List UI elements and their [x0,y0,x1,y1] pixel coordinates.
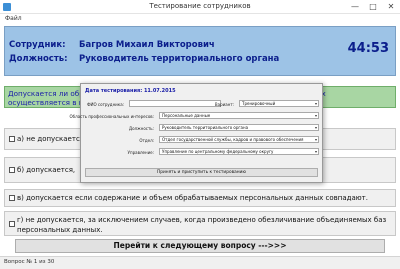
next-question-button[interactable]: Перейти к следующему вопросу --->>> [15,239,385,253]
chevron-down-icon: ▾ [314,125,317,130]
chevron-down-icon: ▾ [314,137,317,142]
title-bar: Тестирование сотрудников — □ ✕ [0,0,400,14]
variant-select[interactable]: Тренировочный ▾ [239,100,319,107]
chevron-down-icon: ▾ [314,113,317,118]
answer-text-line-1: г) не допускается, за исключением случае… [17,216,387,224]
dialog-position-label: Должность: [128,126,154,131]
mgmt-value: Управление по центральному федеральному … [162,149,274,154]
answer-option-c[interactable]: в) допускается если содержание и объем о… [4,189,396,207]
countdown-timer: 44:53 [347,41,389,56]
test-date: Дата тестирования: 11.07.2015 [85,88,176,94]
employee-row: Сотрудник: Багров Михаил Викторович [9,40,215,50]
chevron-down-icon: ▾ [314,149,317,154]
position-value: Руководитель территориального органа [79,54,280,64]
dept-label: Отдел: [139,138,154,143]
start-test-button[interactable]: Принять и приступить к тестированию [85,168,318,177]
dept-value: Отдел государственной службы, кадров и п… [162,137,304,142]
window-title: Тестирование сотрудников [149,2,251,10]
answer-text: г) не допускается, за исключением случае… [17,215,386,235]
close-button[interactable]: ✕ [382,0,400,14]
answer-option-d[interactable]: г) не допускается, за исключением случае… [4,211,396,236]
answer-checkbox[interactable] [9,136,15,142]
chevron-down-icon: ▾ [314,101,317,106]
area-select[interactable]: Персональные данные ▾ [159,112,319,119]
minimize-button[interactable]: — [346,0,364,14]
area-value: Персональные данные [162,113,211,118]
test-setup-dialog: Дата тестирования: 11.07.2015 ФИО сотруд… [70,83,323,183]
fio-input[interactable] [129,100,221,107]
employee-label: Сотрудник: [9,40,66,50]
answer-text: в) допускается если содержание и объем о… [17,194,368,202]
menu-bar: Файл [0,14,400,24]
variant-label: Вариант: [214,102,234,107]
answer-text-line-2: персональных данных. [17,226,103,234]
status-bar: Вопрос № 1 из 30 [0,256,400,269]
area-label: Область профессиональных интересов: [69,114,154,119]
answer-checkbox[interactable] [9,167,15,173]
position-label: Должность: [9,54,68,64]
window-controls: — □ ✕ [346,0,400,14]
maximize-button[interactable]: □ [364,0,382,14]
mgmt-label: Управление: [127,150,154,155]
answer-text: б) допускается, [17,166,76,174]
menu-file[interactable]: Файл [5,15,22,22]
question-counter: Вопрос № 1 из 30 [4,259,55,265]
mgmt-select[interactable]: Управление по центральному федеральному … [159,148,319,155]
answer-checkbox[interactable] [9,195,15,201]
position-row: Должность: Руководитель территориального … [9,54,279,64]
fio-label: ФИО сотрудника: [87,102,124,107]
employee-name: Багров Михаил Викторович [79,40,215,50]
answer-checkbox[interactable] [9,220,15,227]
question-line-2: осуществляется в це [8,98,89,107]
employee-header: Сотрудник: Багров Михаил Викторович Должн… [4,26,396,76]
dept-select[interactable]: Отдел государственной службы, кадров и п… [159,136,319,143]
variant-value: Тренировочный [242,101,276,106]
position-select[interactable]: Руководитель территориального органа ▾ [159,124,319,131]
dialog-position-value: Руководитель территориального органа [162,125,249,130]
answer-text: а) не допускается [17,135,85,143]
